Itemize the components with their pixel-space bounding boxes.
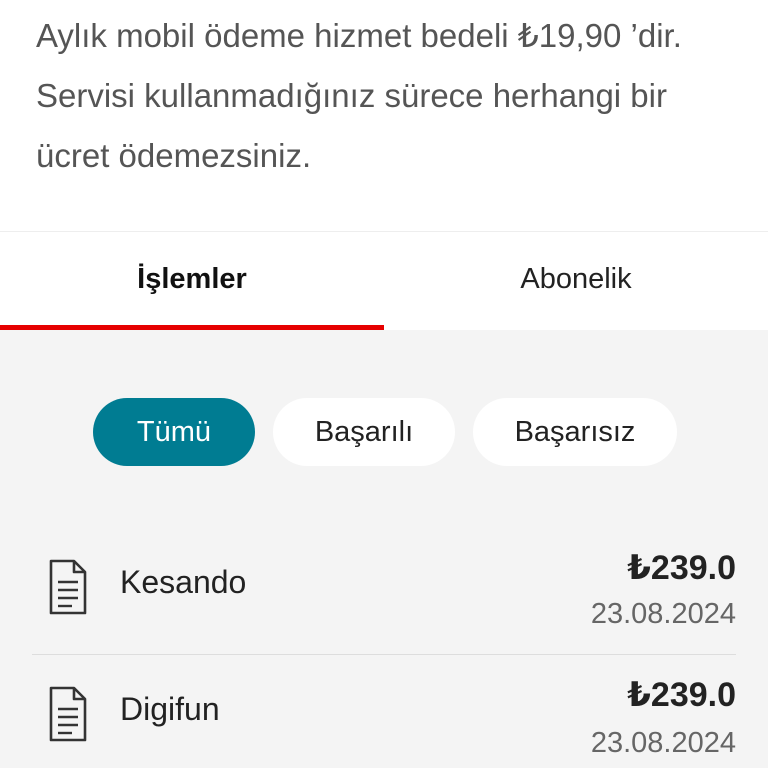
fee-info-text: Aylık mobil ödeme hizmet bedeli ₺19,90 ’… [36,6,736,186]
document-icon [49,686,87,742]
fee-info-line-3: ücret ödemezsiniz. [36,137,312,174]
status-filter-group: Tümü Başarılı Başarısız [93,398,677,466]
transactions-screen: Aylık mobil ödeme hizmet bedeli ₺19,90 ’… [0,0,768,768]
document-icon [49,559,87,615]
tab-abonelik[interactable]: Abonelik [384,232,768,330]
merchant-name: Digifun [120,691,220,727]
fee-info-line-1: Aylık mobil ödeme hizmet bedeli ₺19,90 ’… [36,17,682,54]
transaction-row[interactable]: Digifun ₺239.0 23.08.2024 [32,654,736,768]
transactions-panel: Tümü Başarılı Başarısız Kesando ₺239.0 2… [0,330,768,768]
transaction-amount: ₺239.0 [627,549,736,587]
transaction-list: Kesando ₺239.0 23.08.2024 Digifun ₺239.0… [32,530,736,768]
transaction-row[interactable]: Kesando ₺239.0 23.08.2024 [32,530,736,654]
tab-abonelik-label: Abonelik [520,262,632,295]
fee-info-line-2: Servisi kullanmadığınız sürece herhangi … [36,77,667,114]
tab-islemler[interactable]: İşlemler [0,232,384,330]
merchant-name: Kesando [120,564,247,600]
filter-successful-chip[interactable]: Başarılı [273,398,455,466]
tab-islemler-label: İşlemler [137,262,247,295]
transaction-date: 23.08.2024 [590,727,736,759]
filter-failed-chip[interactable]: Başarısız [473,398,677,466]
transaction-amount: ₺239.0 [627,676,736,714]
tab-bar: İşlemler Abonelik [0,232,768,330]
transaction-date: 23.08.2024 [590,598,736,630]
filter-all-chip[interactable]: Tümü [93,398,255,466]
